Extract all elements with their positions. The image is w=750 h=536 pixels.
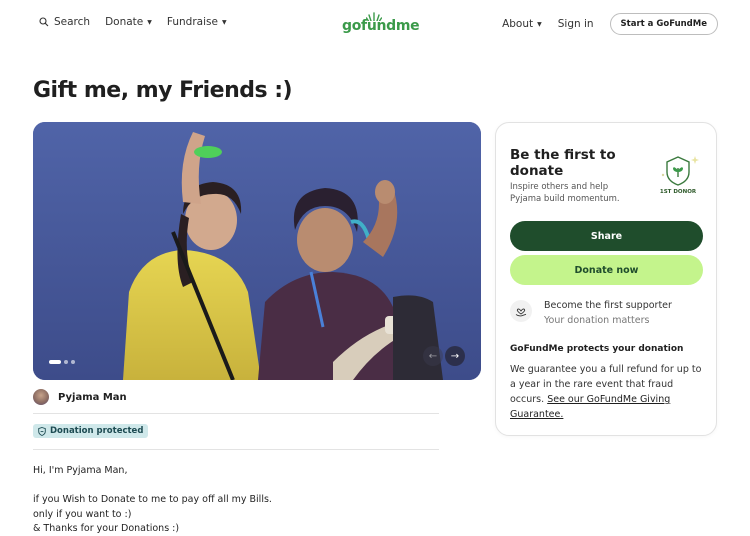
campaign-story: Hi, I'm Pyjama Man, if you Wish to Donat… [33,464,272,536]
signin-link[interactable]: Sign in [558,18,594,30]
story-line: Hi, I'm Pyjama Man, [33,465,128,476]
share-button[interactable]: Share [510,221,703,251]
story-gap [33,479,272,494]
protection-body: We guarantee you a full refund for up to… [510,362,710,422]
carousel-dots[interactable] [49,360,78,364]
site-header: Search Donate ▼ Fundraise ▼ gofundme Abo… [0,0,750,48]
donate-card-title: Be the first to donate [510,147,616,179]
donate-menu-label: Donate [105,16,144,28]
first-donor-label: 1ST DONOR [659,189,697,195]
signin-label: Sign in [557,18,594,30]
badge-label: Donation protected [50,426,144,436]
first-donor-icon [661,156,699,186]
nav-right: About ▼ Sign in Start a GoFundMe [502,13,718,35]
avatar [33,389,49,405]
about-menu[interactable]: About ▼ [502,18,542,30]
donate-card: Be the first to donate Inspire others an… [495,122,717,436]
story-line: if you Wish to Donate to me to pay off a… [33,494,272,505]
search-label: Search [54,16,91,28]
start-gofundme-button[interactable]: Start a GoFundMe [609,13,718,35]
story-line: only if you want to :) [33,508,132,520]
protection-title: GoFundMe protects your donation [510,344,684,354]
supporter-subtitle: Your donation matters [544,315,650,326]
carousel-next-button[interactable]: → [445,346,465,366]
carousel-prev-button[interactable]: ← [423,346,443,366]
divider [33,413,439,414]
first-supporter-prompt: Become the first supporter Your donation… [510,299,672,328]
campaign-photo [33,122,481,380]
organizer[interactable]: Pyjama Man [33,389,127,405]
shield-icon [38,426,46,436]
gofundme-logo[interactable]: gofundme [342,12,420,36]
search-link[interactable]: Search [39,16,90,28]
hand-heart-icon [510,300,532,322]
donate-card-subtitle: Inspire others and help Pyjama build mom… [510,182,620,204]
arrow-right-icon: → [450,350,460,362]
organizer-name: Pyjama Man [58,391,127,403]
carousel-dot[interactable] [64,360,68,364]
about-menu-label: About [502,18,534,30]
donate-menu[interactable]: Donate ▼ [105,16,152,28]
divider [33,449,439,450]
fundraise-menu[interactable]: Fundraise ▼ [167,16,227,28]
carousel-dot-active[interactable] [49,360,61,364]
donate-now-button[interactable]: Donate now [510,255,703,285]
chevron-down-icon: ▼ [147,18,152,26]
fundraise-menu-label: Fundraise [166,16,218,28]
nav-left: Search Donate ▼ Fundraise ▼ [39,16,242,28]
supporter-text: Become the first supporter Your donation… [544,299,672,328]
donation-protected-badge[interactable]: Donation protected [33,424,149,438]
arrow-left-icon: ← [428,350,438,362]
campaign-image-carousel[interactable]: ← → [33,122,481,380]
supporter-title: Become the first supporter [544,300,672,311]
page-title: Gift me, my Friends :) [33,78,293,103]
chevron-down-icon: ▼ [221,18,227,26]
story-line: & Thanks for your Donations :) [33,523,180,534]
search-icon [39,17,49,27]
chevron-down-icon: ▼ [537,20,542,28]
logo-text: gofundme [342,18,420,34]
carousel-dot[interactable] [71,360,75,364]
first-donor-badge: 1ST DONOR [652,153,704,199]
